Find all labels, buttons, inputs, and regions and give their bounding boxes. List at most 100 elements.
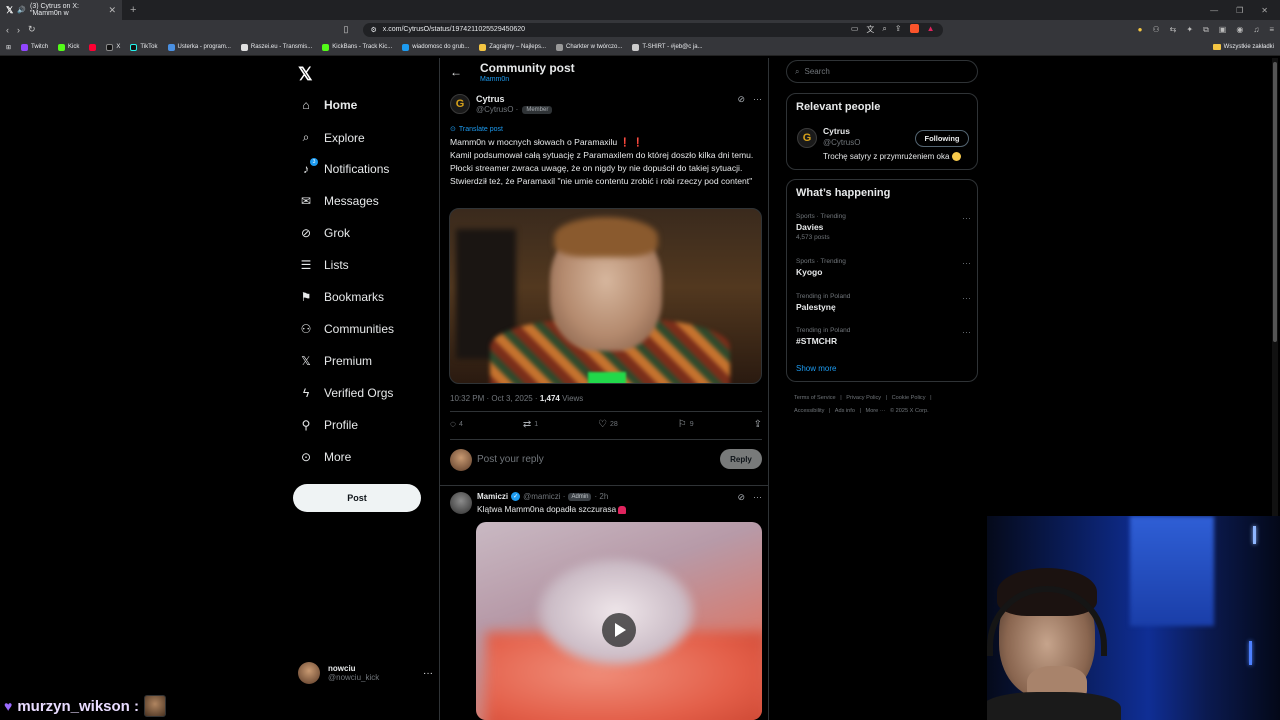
community-link[interactable]: Mamm0n	[480, 76, 509, 83]
puzzle-icon[interactable]: ⧉	[1203, 25, 1209, 35]
back-icon[interactable]: ‹	[6, 25, 9, 35]
account-switcher[interactable]: nowciu @nowciu_kick ···	[298, 662, 433, 684]
cytrus-avatar[interactable]: G	[797, 128, 817, 148]
cast-icon[interactable]: ▭	[851, 24, 859, 35]
minimize-icon[interactable]: —	[1210, 6, 1218, 15]
post-time[interactable]: · 2h	[594, 492, 608, 501]
translate-icon[interactable]: 文	[866, 24, 874, 35]
post-image[interactable]	[449, 208, 762, 384]
window-close-icon[interactable]: ✕	[1261, 6, 1268, 15]
more-dots-icon[interactable]: ···	[962, 213, 971, 223]
terms-link[interactable]: Terms of Service	[794, 395, 836, 401]
grok-icon[interactable]: ⊘	[737, 94, 745, 105]
reply-video[interactable]	[476, 522, 762, 720]
author-handle[interactable]: @mamiczi ·	[523, 492, 565, 501]
person-handle[interactable]: @CytrusO	[823, 138, 860, 147]
more-dots-icon[interactable]: ···	[962, 258, 971, 268]
share-icon[interactable]: ⇪	[895, 24, 902, 35]
more-dots-icon[interactable]: ···	[753, 492, 762, 503]
reply-input[interactable]: Post your reply	[477, 454, 544, 465]
more-dots-icon[interactable]: ···	[962, 327, 971, 337]
accessibility-link[interactable]: Accessibility	[794, 408, 824, 414]
author-name[interactable]: Cytrus	[476, 94, 505, 104]
x-logo-icon[interactable]: 𝕏	[298, 64, 313, 85]
privacy-link[interactable]: Privacy Policy	[846, 395, 881, 401]
bookmark-item[interactable]: Charkter w twórczo...	[555, 43, 622, 51]
nav-notifications[interactable]: ♪ 3 Notifications	[298, 158, 389, 176]
nav-grok[interactable]: ⊘ Grok	[298, 226, 350, 240]
nav-explore[interactable]: ⌕ Explore	[298, 130, 365, 145]
ads-info-link[interactable]: Ads info	[835, 408, 855, 414]
extension-icon[interactable]: ●	[1138, 25, 1143, 35]
more-link[interactable]: More ···	[866, 408, 886, 414]
back-arrow-icon[interactable]: ←	[450, 65, 462, 79]
bookmark-item[interactable]	[89, 43, 97, 51]
nav-communities[interactable]: ⚇ Communities	[298, 322, 394, 336]
all-bookmarks-folder[interactable]: Wszystkie zakładki	[1212, 44, 1274, 50]
scrollbar-thumb[interactable]	[1273, 62, 1277, 342]
rewards-icon[interactable]: ▲	[927, 24, 935, 35]
bookmark-page-icon[interactable]: ▯	[344, 24, 349, 35]
nav-more[interactable]: ⊙ More	[298, 450, 351, 464]
show-more-link[interactable]: Show more	[796, 364, 836, 373]
bookmark-item[interactable]: Usterka - program...	[167, 43, 231, 51]
site-info-icon[interactable]: ⚙	[371, 26, 377, 34]
bookmark-item[interactable]: X	[106, 43, 120, 51]
bookmark-item[interactable]: KickBans - Track Kic...	[322, 43, 392, 51]
reply-action[interactable]: ◌ 4	[450, 419, 463, 430]
nav-verified-orgs[interactable]: ϟ Verified Orgs	[298, 386, 394, 400]
trend-item[interactable]: Trending in Poland #STMCHR ···	[796, 327, 971, 346]
trend-item[interactable]: Trending in Poland Palestynę ···	[796, 293, 971, 312]
reply-button[interactable]: Reply	[720, 449, 762, 469]
extension-icon[interactable]: ⚇	[1152, 25, 1159, 35]
person-name[interactable]: Cytrus	[823, 126, 850, 136]
nav-lists[interactable]: ☰ Lists	[298, 258, 349, 272]
zoom-icon[interactable]: ⌕	[882, 24, 886, 35]
trend-item[interactable]: Sports · Trending Kyogo ···	[796, 258, 971, 277]
nav-messages[interactable]: ✉ Messages	[298, 194, 379, 208]
apps-icon[interactable]: ⊞	[6, 44, 11, 51]
grok-icon[interactable]: ⊘	[737, 492, 745, 503]
cytrus-avatar[interactable]: G	[450, 94, 470, 114]
bookmark-action[interactable]: ⚐ 9	[678, 419, 694, 430]
url-field[interactable]: ⚙ x.com/CytrusO/status/19742110255294506…	[362, 22, 943, 37]
more-dots-icon[interactable]: ···	[753, 94, 762, 105]
following-button[interactable]: Following	[915, 130, 969, 147]
reload-icon[interactable]: ↻	[28, 24, 36, 35]
author-name[interactable]: Mamiczi	[477, 492, 508, 501]
nav-premium[interactable]: 𝕏 Premium	[298, 354, 372, 368]
repost-action[interactable]: ⇄ 1	[523, 419, 538, 430]
mamiczi-avatar[interactable]	[450, 492, 472, 514]
post-button[interactable]: Post	[293, 484, 421, 512]
bookmark-item[interactable]: Raszei.eu - Transmis...	[240, 43, 312, 51]
forward-icon[interactable]: ›	[17, 25, 20, 35]
bookmark-item[interactable]: Twitch	[21, 43, 48, 51]
bookmark-item[interactable]: Zagrajmy – Najleps...	[479, 43, 546, 51]
like-action[interactable]: ♡ 28	[598, 419, 618, 430]
search-input[interactable]: ⌕ Search	[786, 60, 978, 83]
bookmark-item[interactable]: TikTok	[130, 43, 158, 51]
maximize-icon[interactable]: ❐	[1236, 6, 1243, 15]
post-timestamp[interactable]: 10:32 PM · Oct 3, 2025 ·	[450, 394, 540, 403]
share-action[interactable]: ⇪	[754, 419, 762, 430]
extension-icon[interactable]: ⇆	[1170, 25, 1177, 35]
browser-tab[interactable]: 𝕏 🔊 (3) Cytrus on X: "Mamm0n w ✕	[0, 0, 122, 20]
brave-shield-icon[interactable]	[909, 24, 919, 33]
bookmark-item[interactable]: Kick	[58, 43, 79, 51]
nav-profile[interactable]: ⚲ Profile	[298, 418, 358, 432]
new-tab-icon[interactable]: +	[130, 4, 136, 16]
bookmark-item[interactable]: T-SHIRT - #jeb@c ja...	[632, 43, 703, 51]
music-icon[interactable]: ♫	[1253, 25, 1259, 35]
cookie-link[interactable]: Cookie Policy	[892, 395, 926, 401]
sidebar-icon[interactable]: ▣	[1219, 25, 1227, 35]
more-dots-icon[interactable]: ···	[423, 668, 433, 679]
translate-post-link[interactable]: ⊙ Translate post	[450, 125, 503, 134]
more-dots-icon[interactable]: ···	[962, 293, 971, 303]
nav-home[interactable]: ⌂ Home	[298, 98, 357, 112]
bookmark-item[interactable]: wiadomosc do grub...	[402, 43, 469, 51]
author-handle[interactable]: @CytrusO ·	[476, 105, 518, 114]
trend-item[interactable]: Sports · Trending Davies 4,573 posts ···	[796, 213, 971, 241]
extension-icon[interactable]: ✦	[1186, 25, 1193, 35]
tab-close-icon[interactable]: ✕	[108, 5, 116, 16]
menu-icon[interactable]: ≡	[1269, 25, 1274, 35]
